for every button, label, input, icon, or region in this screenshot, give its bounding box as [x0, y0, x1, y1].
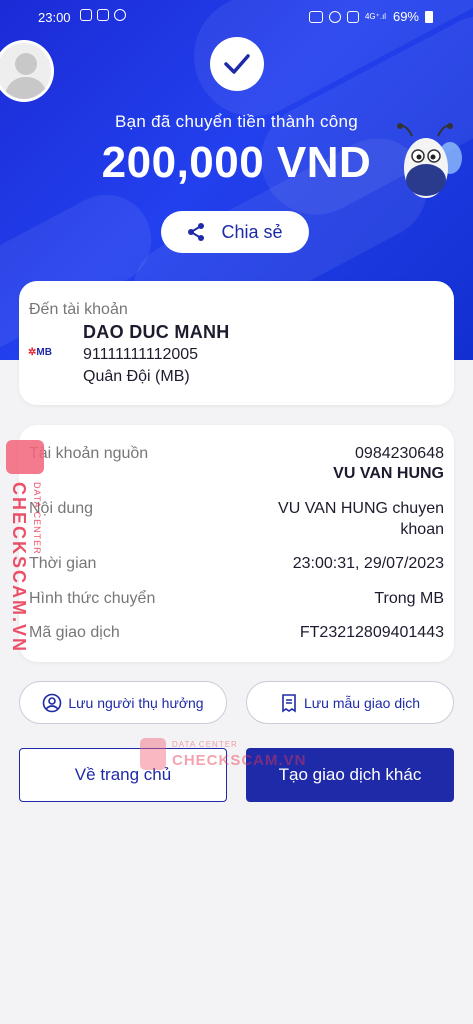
content-value-line2: khoan [400, 521, 444, 538]
transaction-details-card: Tài khoản nguồn 0984230648 VU VAN HUNG N… [19, 425, 454, 662]
checkscam-watermark-center: DATA CENTER CHECKSCAM.VN [140, 738, 306, 778]
success-check-icon [210, 37, 264, 91]
checkscam-watermark-side: CHECKSCAM.VN DATA CENTER [4, 440, 52, 653]
save-recipient-label: Lưu người thụ hưởng [68, 694, 204, 711]
transaction-id-value: FT23212809401443 [299, 624, 444, 641]
user-circle-icon [43, 693, 62, 712]
battery-percent: 69% [392, 9, 419, 24]
share-icon [188, 223, 205, 241]
content-value-line1: VU VAN HUNG chuyen [278, 500, 444, 517]
status-bar: 23:00 4G⁺.ıl 69% [0, 0, 473, 36]
destination-card: Đến tài khoản ✲MB DAO DUC MANH 911111111… [19, 281, 454, 405]
lock-icon [140, 738, 166, 770]
save-recipient-button[interactable]: Lưu người thụ hưởng [19, 681, 227, 724]
source-account-value: 0984230648 [355, 445, 444, 462]
mute-icon [346, 10, 359, 23]
save-template-label: Lưu mẫu giao dịch [304, 694, 420, 711]
save-template-button[interactable]: Lưu mẫu giao dịch [246, 681, 454, 724]
signal-icon: 4G⁺.ıl [364, 11, 387, 21]
lock-icon [6, 440, 44, 474]
share-button[interactable]: Chia sẻ [161, 211, 309, 253]
share-label: Chia sẻ [221, 221, 283, 242]
avatar[interactable] [0, 40, 54, 102]
recipient-account: 91111111112005 [83, 346, 199, 363]
system-icons: 4G⁺.ıl 69% [308, 9, 433, 24]
destination-title: Đến tài khoản [29, 301, 128, 318]
recipient-bank: Quân Đội (MB) [83, 368, 190, 385]
messenger-icon [114, 9, 126, 21]
watermark-brand: CHECKSCAM.VN [9, 482, 29, 654]
receipt-icon [282, 693, 296, 712]
key-icon [308, 10, 323, 23]
puzzle-icon [80, 9, 92, 21]
app-icon [97, 9, 109, 21]
battery-icon [425, 10, 433, 23]
status-time: 23:00 [38, 10, 71, 25]
recipient-name: DAO DUC MANH [83, 322, 230, 342]
source-name-value: VU VAN HUNG [333, 465, 444, 482]
notification-icons [80, 9, 126, 21]
watermark-sub-center: DATA CENTER [172, 740, 238, 749]
mb-bank-logo: ✲MB [28, 347, 52, 358]
watermark-brand-center: CHECKSCAM.VN [172, 752, 307, 769]
alarm-icon [328, 10, 341, 23]
mascot-bee-icon [397, 123, 462, 198]
watermark-sub: DATA CENTER [32, 482, 42, 555]
time-value: 23:00:31, 29/07/2023 [292, 555, 444, 572]
method-value: Trong MB [374, 590, 444, 607]
